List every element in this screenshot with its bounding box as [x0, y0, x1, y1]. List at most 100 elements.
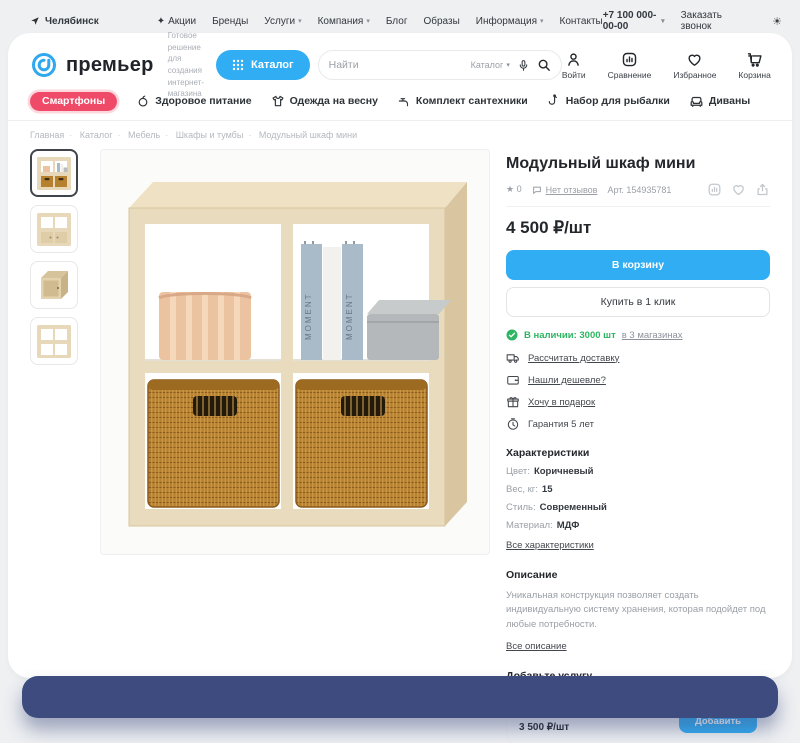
page: Челябинск ✦ Акции Бренды Услуги▾ Компани…	[0, 0, 800, 743]
compare-icon[interactable]	[707, 182, 722, 197]
product-image[interactable]: MOMENT MOMENT	[100, 149, 490, 555]
article-number: Арт. 154935781	[607, 185, 671, 195]
compare-button[interactable]: Сравнение	[608, 51, 652, 80]
spec-row-color: ЦветКоричневый	[506, 466, 770, 477]
wicker-basket-right	[296, 380, 427, 507]
breadcrumb-home[interactable]: Главная	[30, 130, 64, 140]
logo[interactable]: премьер	[30, 51, 154, 79]
callback-link[interactable]: Заказать звонок	[681, 10, 735, 32]
rating[interactable]: ★ 0	[506, 184, 522, 195]
menu-item-services[interactable]: Услуги▾	[264, 16, 301, 27]
product-page-content: MOMENT MOMENT	[30, 149, 770, 743]
chevron-down-icon: ▾	[540, 17, 544, 25]
search-scope-select[interactable]: Каталог▾	[471, 60, 510, 70]
header: премьер Готовое решение для создания инт…	[30, 46, 770, 84]
chevron-down-icon: ▾	[506, 61, 510, 69]
meta-divider	[506, 206, 770, 207]
all-description-link[interactable]: Все описание	[506, 641, 567, 652]
menu-item-brands[interactable]: Бренды	[212, 16, 248, 27]
microphone-icon[interactable]	[517, 59, 530, 72]
thumbnail-2[interactable]	[30, 205, 78, 253]
category-fishing[interactable]: Набор для рыбалки	[547, 94, 670, 108]
check-circle-icon	[506, 329, 518, 341]
search-input[interactable]	[329, 59, 464, 71]
city-selector[interactable]: Челябинск	[30, 16, 99, 27]
logo-icon	[30, 51, 58, 79]
search-bar: Каталог▾	[318, 50, 562, 80]
menu-item-company[interactable]: Компания▾	[318, 16, 370, 27]
header-divider	[8, 120, 792, 121]
apple-icon	[136, 94, 150, 108]
topbar: Челябинск ✦ Акции Бренды Услуги▾ Компани…	[30, 12, 782, 30]
location-icon	[30, 16, 40, 26]
chevron-down-icon: ▾	[366, 17, 370, 25]
add-to-cart-button[interactable]: В корзину	[506, 250, 770, 280]
thumbnail-4[interactable]	[30, 317, 78, 365]
product-price: 4 500 ₽/шт	[506, 218, 770, 238]
menu-item-looks[interactable]: Образы	[423, 16, 459, 27]
heart-icon	[686, 51, 703, 68]
all-specs-link[interactable]: Все характеристики	[506, 540, 594, 551]
share-icon[interactable]	[755, 182, 770, 197]
cart-button[interactable]: Корзина	[738, 51, 770, 80]
books: MOMENT MOMENT	[301, 241, 363, 360]
heart-icon[interactable]	[731, 182, 746, 197]
category-health-food[interactable]: Здоровое питание	[136, 94, 251, 108]
stores-link[interactable]: в 3 магазинах	[622, 330, 683, 341]
cheaper-link[interactable]: Нашли дешевле?	[506, 373, 770, 387]
grid-icon	[232, 59, 244, 71]
topbar-menu: ✦ Акции Бренды Услуги▾ Компания▾ Блог Об…	[157, 16, 603, 27]
buy-one-click-button[interactable]: Купить в 1 клик	[506, 287, 770, 317]
menu-item-info[interactable]: Информация▾	[476, 16, 544, 27]
breadcrumb-furniture[interactable]: Мебель	[117, 130, 160, 140]
theme-toggle-sun-icon[interactable]: ☀	[772, 15, 782, 28]
truck-icon	[506, 351, 520, 365]
city-label: Челябинск	[45, 16, 99, 27]
cart-icon	[746, 51, 763, 68]
thumbnail-3[interactable]	[30, 261, 78, 309]
delivery-link[interactable]: Рассчитать доставку	[506, 351, 770, 365]
category-pill-smartphones[interactable]: Смартфоны	[30, 92, 117, 111]
fishing-hook-icon	[547, 94, 561, 108]
description-title: Описание	[506, 569, 770, 581]
product-actions	[707, 182, 770, 197]
faucet-icon	[397, 94, 411, 108]
main-card: премьер Готовое решение для создания инт…	[8, 33, 792, 678]
spec-row-style: СтильСовременный	[506, 502, 770, 513]
chat-icon	[532, 185, 542, 195]
wicker-basket-left	[148, 380, 279, 507]
menu-item-blog[interactable]: Блог	[386, 16, 408, 27]
tshirt-icon	[271, 94, 285, 108]
spec-row-material: МатериалМДФ	[506, 520, 770, 531]
breadcrumb-current: Модульный шкаф мини	[248, 130, 357, 140]
breadcrumb-catalog[interactable]: Каталог	[69, 130, 112, 140]
chevron-down-icon: ▾	[298, 17, 302, 25]
catalog-button[interactable]: Каталог	[216, 50, 310, 80]
search-icon[interactable]	[537, 58, 551, 72]
category-spring-clothes[interactable]: Одежда на весну	[271, 94, 378, 108]
favorites-button[interactable]: Избранное	[673, 51, 716, 80]
sparkle-icon: ✦	[157, 16, 165, 27]
catalog-button-label: Каталог	[251, 59, 294, 71]
login-button[interactable]: Войти	[562, 51, 586, 80]
thumbnail-1-active[interactable]	[30, 149, 78, 197]
reviews-link[interactable]: Нет отзывов	[532, 185, 598, 195]
peach-box	[159, 292, 251, 360]
product-title: Модульный шкаф мини	[506, 155, 770, 173]
feature-links: Рассчитать доставку Нашли дешевле? Хочу …	[506, 351, 770, 431]
product-info: Модульный шкаф мини ★ 0 Нет отзывов Арт.…	[506, 149, 770, 743]
warranty-item: Гарантия 5 лет	[506, 417, 770, 431]
category-plumbing[interactable]: Комплект сантехники	[397, 94, 528, 108]
gift-link[interactable]: Хочу в подарок	[506, 395, 770, 409]
compare-icon	[621, 51, 638, 68]
menu-item-contacts[interactable]: Контакты	[560, 16, 603, 27]
grey-box	[367, 300, 451, 360]
breadcrumb-cabinets[interactable]: Шкафы и тумбы	[165, 130, 243, 140]
sofa-icon	[689, 94, 704, 109]
menu-item-promos[interactable]: ✦ Акции	[157, 16, 196, 27]
specs-title: Характеристики	[506, 447, 770, 459]
phone-number[interactable]: +7 100 000-00-00▾	[603, 10, 665, 32]
description-text: Уникальная конструкция позволяет создать…	[506, 589, 770, 632]
category-nav: Смартфоны Здоровое питание Одежда на вес…	[30, 91, 770, 111]
category-sofas[interactable]: Диваны	[689, 94, 750, 109]
